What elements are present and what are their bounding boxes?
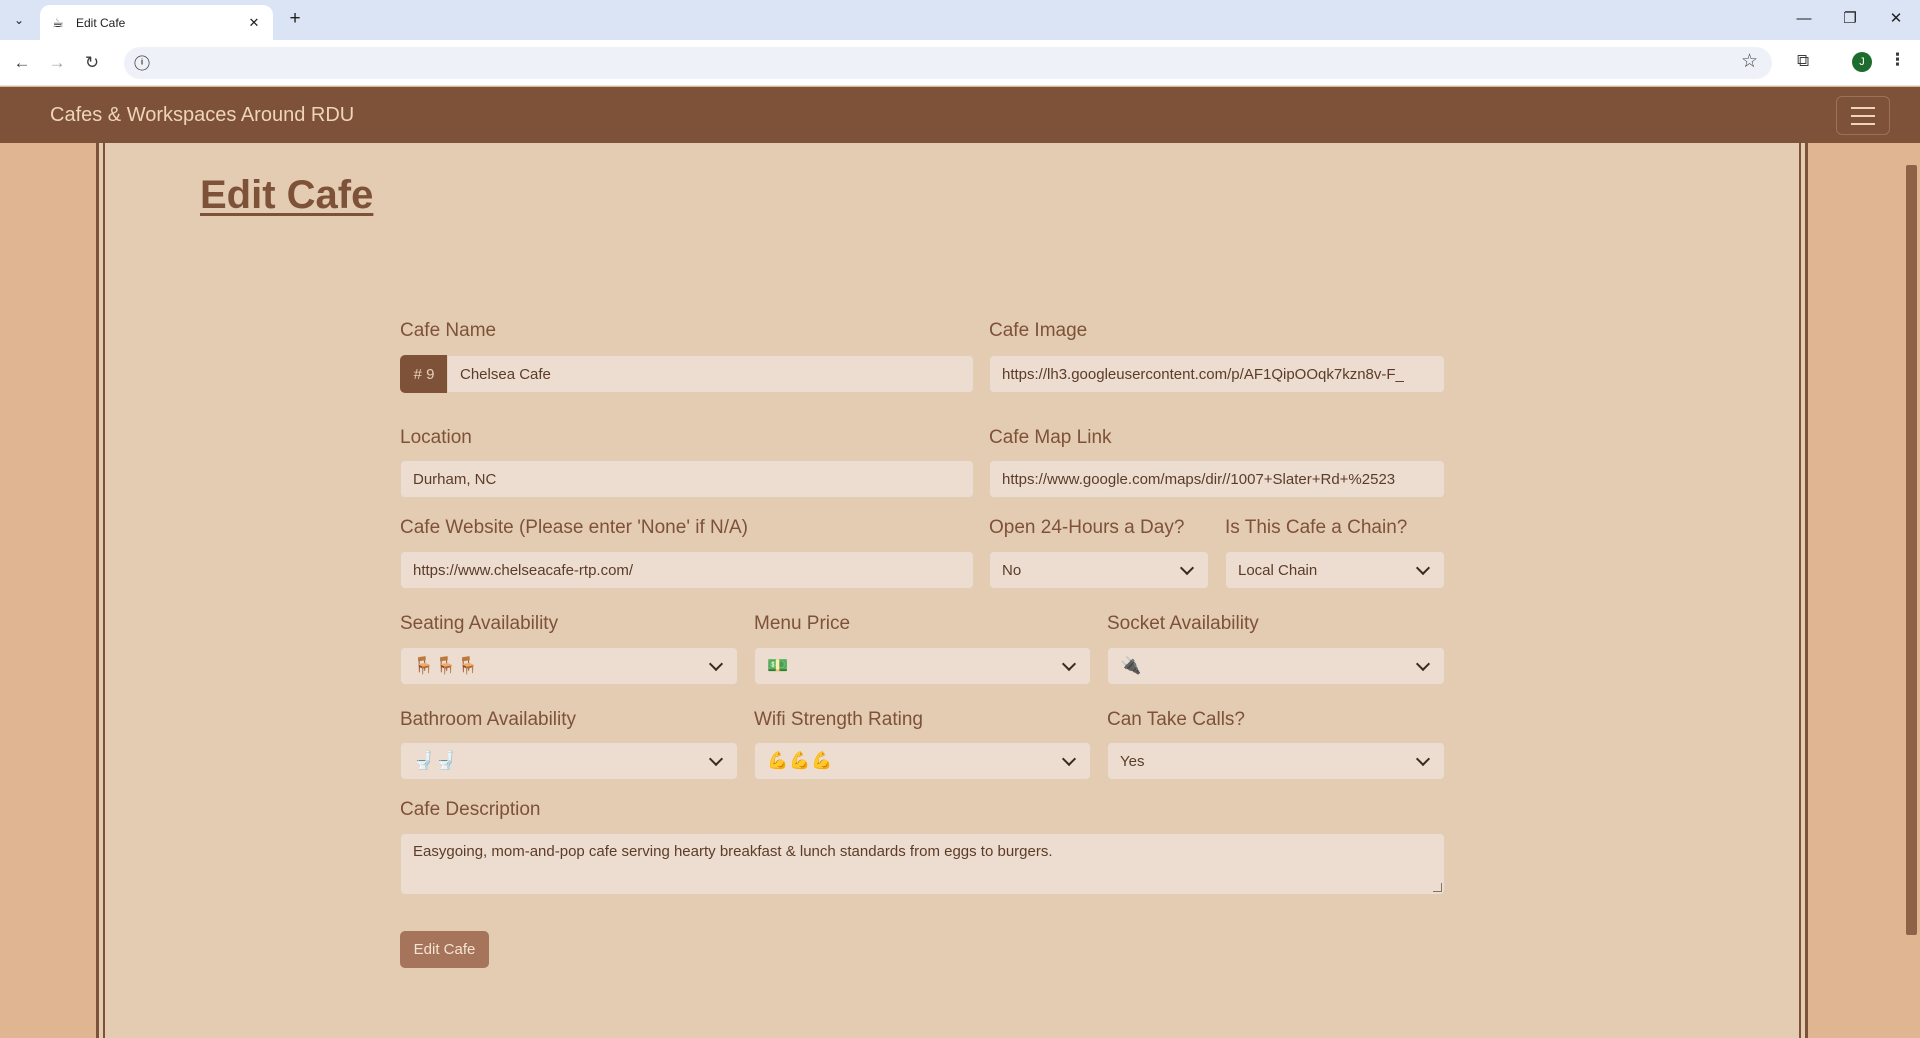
site-info-icon[interactable]: i: [134, 55, 150, 71]
wifi-select[interactable]: 💪💪💪: [754, 742, 1091, 780]
site-navbar: Cafes & Workspaces Around RDU: [0, 87, 1920, 143]
menu-price-label: Menu Price: [754, 613, 851, 634]
location-label: Location: [400, 427, 472, 448]
socket-label: Socket Availability: [1107, 613, 1259, 634]
map-link-input[interactable]: https://www.google.com/maps/dir//1007+Sl…: [989, 460, 1445, 498]
bathroom-value: 🚽🚽: [413, 751, 458, 771]
browser-toolbar: ← → ↻ i ☆: [0, 40, 1920, 86]
description-label: Cafe Description: [400, 799, 541, 820]
open-24-label: Open 24-Hours a Day?: [989, 517, 1185, 538]
wifi-value: 💪💪💪: [767, 751, 834, 771]
panel-border-left: [96, 143, 105, 1038]
seating-value: 🪑🪑🪑: [413, 656, 480, 676]
restore-icon[interactable]: ❐: [1836, 8, 1864, 32]
chevron-down-icon: [1179, 560, 1195, 575]
back-icon[interactable]: ←: [10, 51, 34, 75]
panel-border-right: [1799, 143, 1808, 1038]
profile-avatar[interactable]: J: [1852, 52, 1872, 72]
extensions-icon[interactable]: ⧉: [1797, 51, 1809, 71]
cafe-id-badge: # 9: [400, 355, 448, 393]
website-input[interactable]: https://www.chelseacafe-rtp.com/: [400, 551, 974, 589]
content-panel: [96, 143, 1808, 1038]
tab-title: Edit Cafe: [76, 15, 126, 30]
cafe-name-input[interactable]: Chelsea Cafe: [447, 355, 974, 393]
cafe-image-label: Cafe Image: [989, 320, 1088, 341]
hamburger-menu-icon[interactable]: [1836, 96, 1890, 135]
calls-value: Yes: [1120, 752, 1145, 770]
chevron-down-icon: [1415, 560, 1431, 575]
cafe-name-label: Cafe Name: [400, 320, 497, 341]
location-input[interactable]: Durham, NC: [400, 460, 974, 498]
edit-cafe-button[interactable]: Edit Cafe: [400, 931, 489, 968]
bookmark-star-icon[interactable]: ☆: [1741, 50, 1758, 73]
chain-select[interactable]: Local Chain: [1225, 551, 1445, 589]
socket-value: 🔌: [1120, 656, 1143, 676]
browser-tab[interactable]: ☕ Edit Cafe ✕: [40, 5, 273, 40]
scrollbar-thumb[interactable]: [1906, 165, 1917, 935]
cup-icon: ☕: [52, 14, 64, 30]
resize-handle-icon[interactable]: [1433, 883, 1442, 892]
window-close-icon[interactable]: ✕: [1882, 8, 1910, 32]
new-tab-button[interactable]: +: [283, 8, 307, 32]
close-icon[interactable]: ✕: [245, 15, 263, 31]
wifi-label: Wifi Strength Rating: [754, 709, 923, 730]
browser-tab-bar: ⌄ ☕ Edit Cafe ✕ + — ❐ ✕: [0, 0, 1920, 40]
map-link-label: Cafe Map Link: [989, 427, 1112, 448]
site-brand[interactable]: Cafes & Workspaces Around RDU: [50, 104, 354, 127]
chevron-down-icon: [1415, 751, 1431, 766]
seating-label: Seating Availability: [400, 613, 559, 634]
page-title: Edit Cafe: [200, 173, 374, 217]
chevron-down-icon: [708, 751, 724, 766]
chevron-down-icon: [1415, 656, 1431, 671]
reload-icon[interactable]: ↻: [80, 51, 104, 75]
forward-icon[interactable]: →: [45, 51, 69, 75]
open-24-value: No: [1002, 561, 1022, 579]
browser-menu-icon[interactable]: ⋮: [1889, 50, 1906, 70]
minimize-icon[interactable]: —: [1790, 8, 1818, 32]
description-text: Easygoing, mom-and-pop cafe serving hear…: [413, 843, 1053, 860]
website-label: Cafe Website (Please enter 'None' if N/A…: [400, 517, 749, 538]
chain-label: Is This Cafe a Chain?: [1225, 517, 1408, 538]
chain-value: Local Chain: [1238, 561, 1318, 579]
chevron-down-icon: [1061, 751, 1077, 766]
calls-select[interactable]: Yes: [1107, 742, 1445, 780]
bathroom-label: Bathroom Availability: [400, 709, 577, 730]
socket-select[interactable]: 🔌: [1107, 647, 1445, 685]
calls-label: Can Take Calls?: [1107, 709, 1246, 730]
bathroom-select[interactable]: 🚽🚽: [400, 742, 738, 780]
menu-price-value: 💵: [767, 656, 790, 676]
tab-search-chevron-icon[interactable]: ⌄: [8, 9, 30, 31]
chevron-down-icon: [708, 656, 724, 671]
description-textarea[interactable]: Easygoing, mom-and-pop cafe serving hear…: [400, 833, 1445, 895]
open-24-select[interactable]: No: [989, 551, 1209, 589]
seating-select[interactable]: 🪑🪑🪑: [400, 647, 738, 685]
chevron-down-icon: [1061, 656, 1077, 671]
address-bar[interactable]: i ☆: [124, 47, 1772, 79]
cafe-image-input[interactable]: https://lh3.googleusercontent.com/p/AF1Q…: [989, 355, 1445, 393]
menu-price-select[interactable]: 💵: [754, 647, 1091, 685]
